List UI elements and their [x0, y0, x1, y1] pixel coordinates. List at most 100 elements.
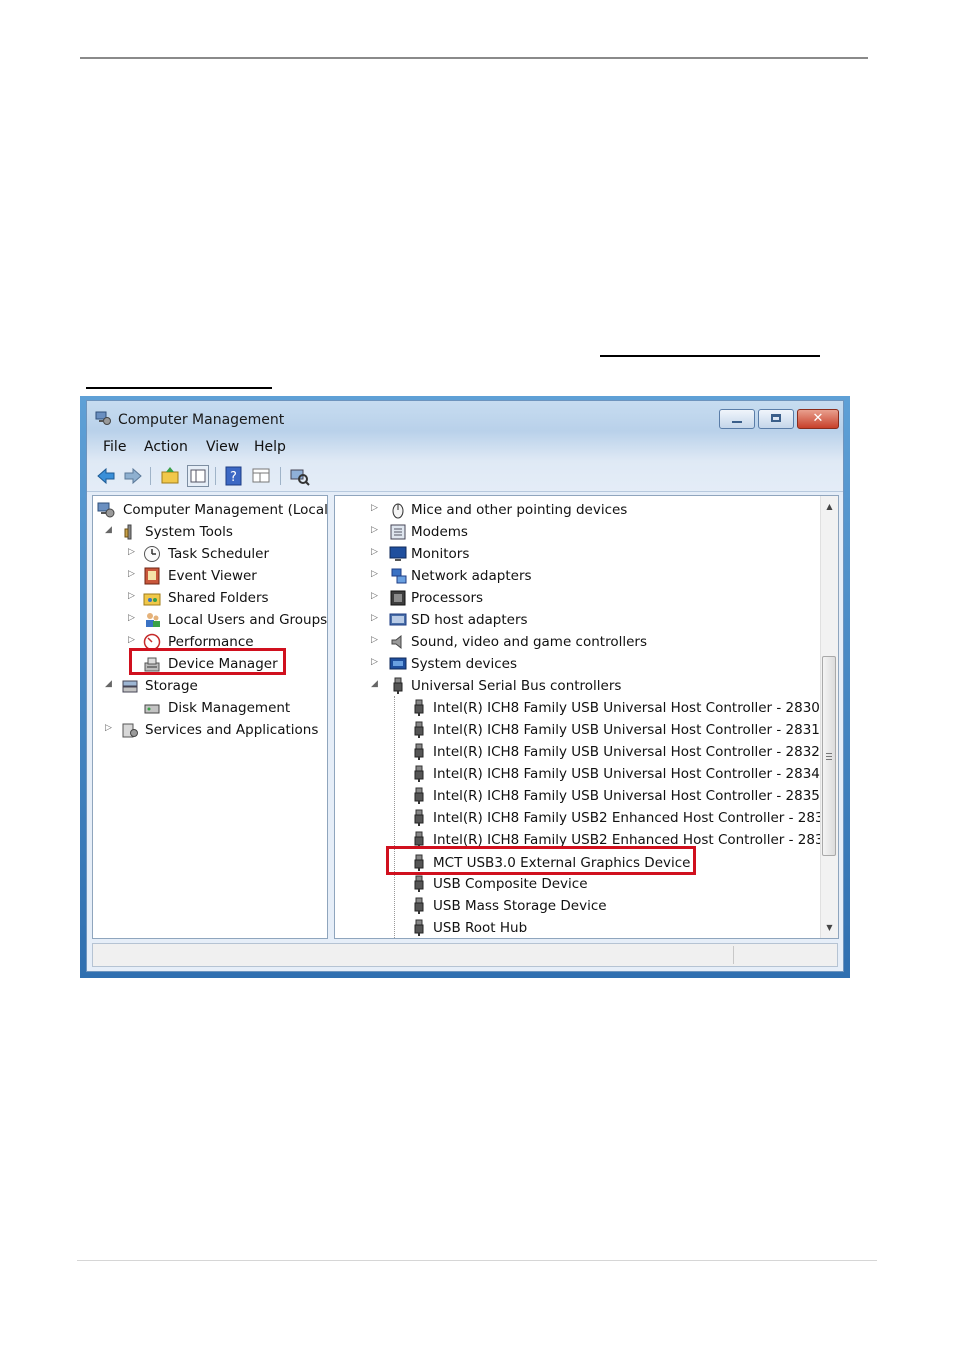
menu-file[interactable]: File — [103, 439, 126, 455]
svg-text:?: ? — [230, 470, 237, 485]
maximize-button[interactable] — [758, 409, 794, 429]
computer-management-icon — [95, 410, 111, 426]
device-category-usb-controllers[interactable]: ◢ Universal Serial Bus controllers — [337, 676, 817, 696]
collapsed-arrow-icon[interactable]: ▷ — [105, 723, 112, 733]
collapsed-arrow-icon[interactable]: ▷ — [371, 525, 378, 535]
collapsed-arrow-icon[interactable]: ▷ — [371, 591, 378, 601]
tree-item-services-and-applications[interactable]: ▷ Services and Applications — [95, 720, 327, 740]
device-label: Intel(R) ICH8 Family USB Universal Host … — [433, 744, 820, 760]
disk-icon — [143, 699, 161, 717]
underline-mark — [600, 355, 820, 357]
usb-device-row[interactable]: USB Composite Device — [337, 874, 817, 894]
usb-device-row[interactable]: Intel(R) ICH8 Family USB Universal Host … — [337, 720, 820, 740]
up-folder-icon[interactable] — [159, 465, 181, 487]
tree-item-disk-management[interactable]: Disk Management — [95, 698, 327, 718]
maximize-icon — [771, 414, 781, 422]
tree-item-storage[interactable]: ◢ Storage — [95, 676, 327, 696]
tree-item-local-users-and-groups[interactable]: ▷ Local Users and Groups — [95, 610, 327, 630]
tree-item-label: System Tools — [145, 524, 233, 540]
minimize-button[interactable] — [719, 409, 755, 429]
usb-device-row[interactable]: Intel(R) ICH8 Family USB Universal Host … — [337, 698, 820, 718]
device-label: Universal Serial Bus controllers — [411, 678, 622, 694]
shared-folder-icon — [143, 589, 161, 607]
device-label: Intel(R) ICH8 Family USB2 Enhanced Host … — [433, 810, 833, 826]
menu-bar: File Action View Help — [87, 435, 843, 459]
usb-device-row[interactable]: Intel(R) ICH8 Family USB2 Enhanced Host … — [337, 808, 832, 828]
device-category-sound-video-game[interactable]: ▷ Sound, video and game controllers — [337, 632, 817, 652]
vertical-scrollbar[interactable]: ▲ ▼ — [820, 496, 838, 938]
menu-action[interactable]: Action — [144, 439, 188, 455]
event-viewer-icon — [143, 567, 161, 585]
device-label: Sound, video and game controllers — [411, 634, 647, 650]
menu-view[interactable]: View — [206, 439, 239, 455]
expanded-arrow-icon[interactable]: ◢ — [371, 679, 378, 689]
users-icon — [143, 611, 161, 629]
expanded-arrow-icon[interactable]: ◢ — [105, 679, 112, 689]
device-tree-pane: ▷ Mice and other pointing devices ▷ Mode… — [334, 495, 839, 939]
collapsed-arrow-icon[interactable]: ▷ — [128, 569, 135, 579]
forward-icon[interactable] — [122, 465, 144, 487]
device-category-modems[interactable]: ▷ Modems — [337, 522, 817, 542]
collapsed-arrow-icon[interactable]: ▷ — [371, 503, 378, 513]
device-label: Network adapters — [411, 568, 532, 584]
menu-help[interactable]: Help — [254, 439, 286, 455]
title-bar[interactable]: Computer Management ✕ — [87, 401, 843, 433]
collapsed-arrow-icon[interactable]: ▷ — [371, 657, 378, 667]
device-category-network-adapters[interactable]: ▷ Network adapters — [337, 566, 817, 586]
storage-icon — [121, 677, 139, 695]
device-category-sd-host-adapters[interactable]: ▷ SD host adapters — [337, 610, 817, 630]
collapsed-arrow-icon[interactable]: ▷ — [371, 569, 378, 579]
usb-icon — [410, 699, 428, 717]
usb-device-row[interactable]: Intel(R) ICH8 Family USB Universal Host … — [337, 742, 820, 762]
tree-item-system-tools[interactable]: ◢ System Tools — [95, 522, 327, 542]
scroll-down-icon[interactable]: ▼ — [821, 919, 838, 936]
close-icon: ✕ — [812, 411, 824, 426]
show-hide-tree-icon[interactable] — [187, 465, 209, 487]
header-rule — [80, 57, 868, 59]
back-icon[interactable] — [95, 465, 117, 487]
device-label: Intel(R) ICH8 Family USB Universal Host … — [433, 766, 820, 782]
tree-item-task-scheduler[interactable]: ▷ Task Scheduler — [95, 544, 327, 564]
expanded-arrow-icon[interactable]: ◢ — [105, 525, 112, 535]
usb-icon — [410, 875, 428, 893]
collapsed-arrow-icon[interactable]: ▷ — [371, 547, 378, 557]
usb-device-row[interactable]: USB Root Hub — [337, 918, 817, 938]
tree-item-computer-management[interactable]: Computer Management (Local) — [95, 500, 327, 520]
tree-item-event-viewer[interactable]: ▷ Event Viewer — [95, 566, 327, 586]
usb-device-row[interactable]: USB Mass Storage Device — [337, 896, 817, 916]
usb-device-row[interactable]: Intel(R) ICH8 Family USB Universal Host … — [337, 764, 820, 784]
device-category-monitors[interactable]: ▷ Monitors — [337, 544, 817, 564]
clock-icon — [143, 545, 161, 563]
collapsed-arrow-icon[interactable]: ▷ — [128, 635, 135, 645]
device-category-mice[interactable]: ▷ Mice and other pointing devices — [337, 500, 817, 520]
collapsed-arrow-icon[interactable]: ▷ — [371, 635, 378, 645]
device-category-system-devices[interactable]: ▷ System devices — [337, 654, 817, 674]
usb-device-row[interactable]: Intel(R) ICH8 Family USB Universal Host … — [337, 786, 820, 806]
device-label: Intel(R) ICH8 Family USB Universal Host … — [433, 788, 820, 804]
collapsed-arrow-icon[interactable]: ▷ — [128, 591, 135, 601]
scroll-up-icon[interactable]: ▲ — [821, 498, 838, 515]
grip-line — [826, 756, 832, 757]
collapsed-arrow-icon[interactable]: ▷ — [128, 547, 135, 557]
grip-line — [826, 759, 832, 760]
properties-icon[interactable] — [250, 465, 272, 487]
device-category-processors[interactable]: ▷ Processors — [337, 588, 817, 608]
device-label: System devices — [411, 656, 518, 672]
status-divider — [733, 946, 734, 964]
collapsed-arrow-icon[interactable]: ▷ — [128, 613, 135, 623]
minimize-icon — [732, 421, 742, 423]
usb-icon — [410, 919, 428, 937]
toolbar-separator — [215, 467, 216, 485]
scan-hardware-icon[interactable] — [288, 465, 310, 487]
network-icon — [389, 567, 407, 585]
collapsed-arrow-icon[interactable]: ▷ — [371, 613, 378, 623]
scrollbar-thumb[interactable] — [822, 656, 836, 856]
monitor-icon — [389, 545, 407, 563]
device-label: Mice and other pointing devices — [411, 502, 628, 518]
close-button[interactable]: ✕ — [797, 409, 839, 429]
help-icon[interactable]: ? — [223, 465, 245, 487]
tree-item-shared-folders[interactable]: ▷ Shared Folders — [95, 588, 327, 608]
usb-icon — [410, 765, 428, 783]
usb-icon — [389, 677, 407, 695]
tree-item-label: Local Users and Groups — [168, 612, 328, 628]
